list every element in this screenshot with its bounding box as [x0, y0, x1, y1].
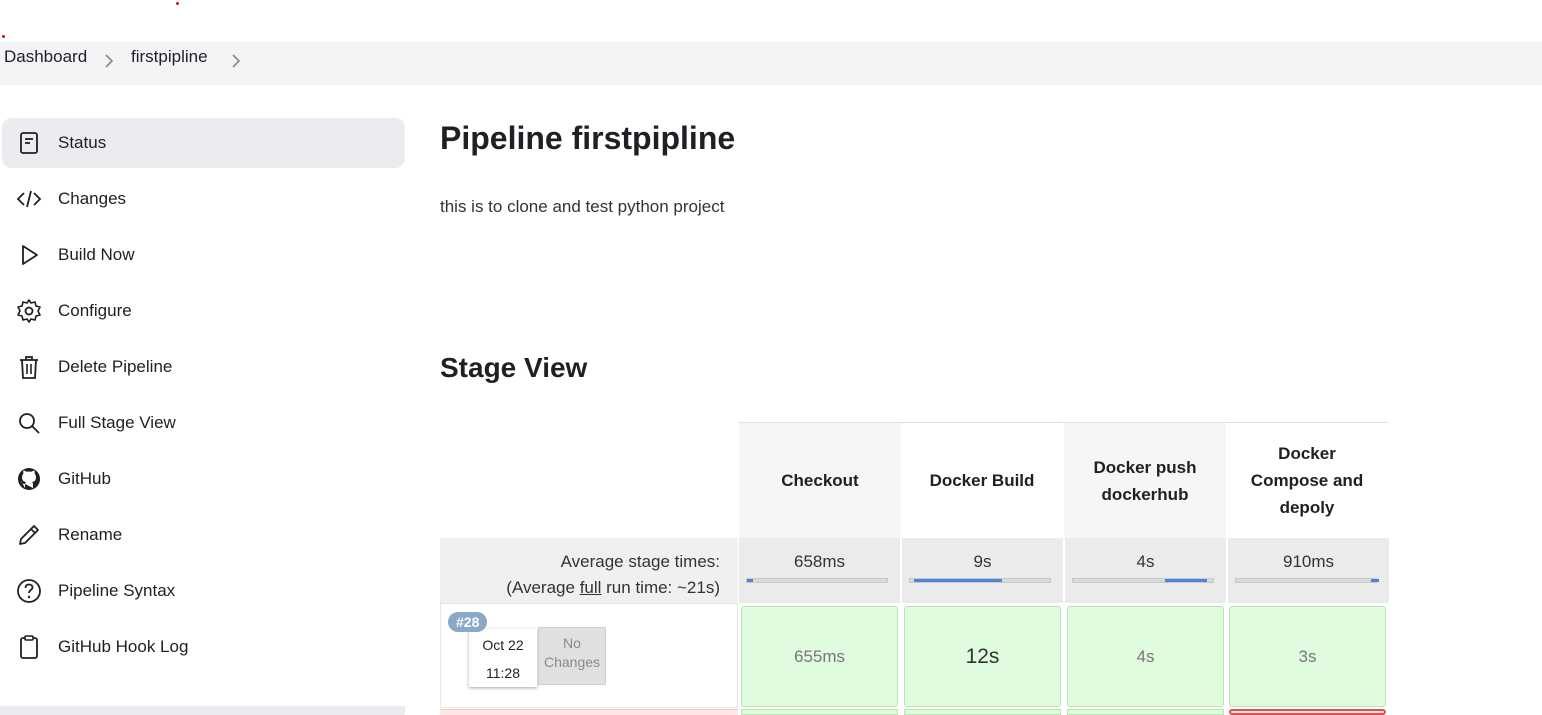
red-dot: [176, 2, 179, 5]
avg-stage-time: 9s: [901, 538, 1063, 603]
stage-result-cell[interactable]: 3s: [1229, 606, 1386, 707]
page-description: this is to clone and test python project: [440, 197, 725, 216]
build-row-next: [440, 709, 738, 715]
trash-icon: [20, 356, 38, 379]
status-icon: [20, 132, 38, 154]
sidebar-item-label: Rename: [58, 525, 123, 544]
avg-time-bar: [1072, 578, 1214, 583]
code-icon: [16, 190, 42, 208]
sidebar-item-label: Delete Pipeline: [58, 357, 173, 376]
sidebar-footer: [0, 706, 405, 715]
sidebar-item-changes[interactable]: Changes: [2, 174, 405, 224]
sidebar-item-configure[interactable]: Configure: [2, 286, 405, 336]
sidebar-item-pipeline-syntax[interactable]: Pipeline Syntax: [2, 566, 405, 616]
avg-time-fill: [747, 579, 753, 582]
average-suffix: run time: ~21s): [601, 578, 720, 597]
sidebar-item-label: Pipeline Syntax: [58, 581, 176, 600]
stage-result-cell[interactable]: 655ms: [741, 606, 898, 707]
build-number-badge[interactable]: #28: [448, 612, 488, 632]
sidebar-item-label: Configure: [58, 301, 132, 320]
sidebar-item-label: GitHub: [58, 469, 111, 488]
average-stage-times-text: Average stage times:: [560, 552, 720, 571]
full-run-link[interactable]: full: [580, 578, 602, 597]
sidebar-item-status[interactable]: Status: [2, 118, 405, 168]
sidebar-item-label: Full Stage View: [58, 413, 176, 432]
stage-result-cell-next: [1067, 709, 1224, 715]
avg-stage-time: 658ms: [738, 538, 900, 603]
average-times-label: Average stage times: (Average full run t…: [440, 538, 738, 603]
sidebar: Status Changes Build Now Configure Delet…: [0, 118, 405, 678]
avg-time-value: 658ms: [793, 552, 846, 571]
avg-time-value: 4s: [1136, 552, 1155, 571]
stage-header-docker-compose: Docker Compose and depoly: [1226, 422, 1388, 538]
avg-stage-time: 910ms: [1227, 538, 1389, 603]
sidebar-item-build-now[interactable]: Build Now: [2, 230, 405, 280]
sidebar-item-full-stage-view[interactable]: Full Stage View: [2, 398, 405, 448]
average-prefix: (Average: [506, 578, 580, 597]
stage-result-cell-next: [741, 709, 898, 715]
red-dot: [2, 35, 5, 38]
stage-header-docker-push: Docker push dockerhub: [1064, 422, 1226, 538]
avg-time-fill: [1165, 579, 1207, 582]
avg-time-bar: [1235, 578, 1379, 583]
clipboard-icon: [20, 635, 38, 659]
sidebar-item-delete-pipeline[interactable]: Delete Pipeline: [2, 342, 405, 392]
stage-result-cell[interactable]: 12s: [904, 606, 1061, 707]
avg-time-bar: [746, 578, 888, 583]
page-title: Pipeline firstpipline: [440, 120, 736, 156]
build-changes[interactable]: No Changes: [538, 627, 606, 685]
sidebar-item-label: GitHub Hook Log: [58, 637, 189, 656]
sidebar-item-label: Changes: [58, 189, 127, 208]
stage-header-docker-build: Docker Build: [901, 422, 1063, 538]
sidebar-item-rename[interactable]: Rename: [2, 510, 405, 560]
chevron-right-icon[interactable]: [104, 54, 114, 68]
help-icon: [17, 579, 41, 603]
avg-time-value: 910ms: [1282, 552, 1335, 571]
chevron-right-icon[interactable]: [231, 54, 241, 68]
play-icon: [22, 245, 38, 265]
avg-time-bar: [909, 578, 1051, 583]
breadcrumb-dashboard[interactable]: Dashboard: [4, 47, 87, 67]
stage-header-checkout: Checkout: [739, 422, 901, 538]
github-icon: [18, 468, 40, 490]
sidebar-item-github-hook-log[interactable]: GitHub Hook Log: [2, 622, 405, 672]
stage-view-title: Stage View: [440, 352, 588, 383]
sidebar-item-label: Status: [58, 133, 107, 152]
sidebar-item-label: Build Now: [58, 245, 135, 264]
stage-result-cell-next-failed: [1229, 709, 1386, 715]
pencil-icon: [19, 525, 39, 545]
gear-icon: [17, 299, 41, 323]
avg-time-fill: [1371, 579, 1379, 582]
avg-time-fill: [914, 579, 1002, 582]
build-row: Oct 22 11:28 No Changes #28: [440, 603, 738, 708]
avg-time-value: 9s: [973, 552, 992, 571]
stage-result-cell[interactable]: 4s: [1067, 606, 1224, 707]
sidebar-item-github[interactable]: GitHub: [2, 454, 405, 504]
average-full-run-text: (Average full run time: ~21s): [506, 578, 720, 598]
breadcrumb-pipeline[interactable]: firstpipline: [131, 47, 208, 67]
build-time: 11:28: [486, 665, 520, 681]
build-date: Oct 22: [482, 637, 524, 653]
avg-stage-time: 4s: [1064, 538, 1226, 603]
stage-result-cell-next: [904, 709, 1061, 715]
breadcrumb: Dashboard firstpipline: [0, 42, 1542, 85]
build-date-box[interactable]: Oct 22 11:28: [469, 629, 537, 687]
search-icon: [19, 413, 40, 434]
